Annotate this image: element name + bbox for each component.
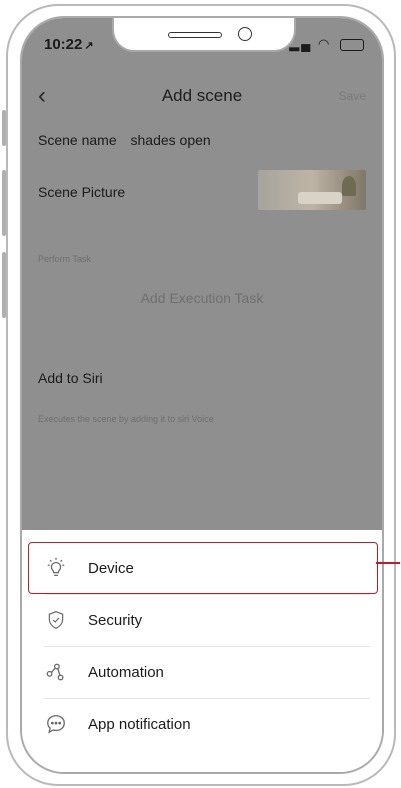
volume-up-button <box>2 170 6 236</box>
shield-check-icon <box>44 608 68 632</box>
add-to-siri-row[interactable]: Add to Siri <box>38 370 366 386</box>
siri-hint: Executes the scene by adding it to siri … <box>38 414 214 424</box>
sofa-shape <box>298 192 342 204</box>
add-to-siri-label: Add to Siri <box>38 370 103 386</box>
automation-nodes-icon <box>44 660 68 684</box>
status-icons: ▂▄ ◠ <box>289 36 364 52</box>
camera-icon <box>238 27 252 41</box>
battery-icon <box>340 38 364 51</box>
status-bar: 10:22 ↗ ▂▄ ◠ <box>22 18 382 74</box>
add-scene-screen: ‹ Add scene Save Scene name shades open … <box>22 74 382 534</box>
divider <box>44 646 370 647</box>
chat-bubble-icon <box>44 712 68 736</box>
scene-name-value: shades open <box>130 132 211 148</box>
sheet-item-security[interactable]: Security <box>44 598 370 642</box>
sheet-item-device[interactable]: Device <box>44 546 370 590</box>
nav-bar: ‹ Add scene Save <box>22 74 382 118</box>
signal-icon: ▂▄ <box>289 36 313 51</box>
speaker-icon <box>168 32 222 38</box>
notch <box>112 18 296 52</box>
divider <box>44 698 370 699</box>
page-title: Add scene <box>161 86 243 105</box>
sheet-item-label: Security <box>88 611 143 629</box>
wifi-icon: ◠ <box>318 36 332 51</box>
scene-picture-label: Scene Picture <box>38 184 126 200</box>
status-time: 10:22 ↗ <box>44 36 94 53</box>
sheet-item-label: Automation <box>88 663 164 681</box>
volume-down-button <box>2 252 6 318</box>
phone-screen: 10:22 ↗ ▂▄ ◠ ‹ Add scene Save Scene name … <box>20 16 384 774</box>
sheet-item-label: App notification <box>88 715 191 733</box>
divider <box>44 594 370 595</box>
scene-name-row[interactable]: Scene name shades open <box>38 132 366 148</box>
sheet-item-label: Device <box>88 559 134 577</box>
scene-name-label: Scene name <box>38 132 117 148</box>
add-execution-task-button[interactable]: Add Execution Task <box>22 290 382 306</box>
mute-switch <box>2 110 6 146</box>
sheet-item-app-notification[interactable]: App notification <box>44 702 370 746</box>
plant-shape <box>342 176 356 196</box>
sheet-item-automation[interactable]: Automation <box>44 650 370 694</box>
action-sheet: Device Security Automation App notificat… <box>22 530 382 772</box>
save-button[interactable]: Save <box>339 89 366 103</box>
scene-picture-thumbnail[interactable] <box>258 170 366 210</box>
lightbulb-icon <box>44 556 68 580</box>
callout-line <box>376 562 400 564</box>
perform-task-label: Perform Task <box>38 254 91 264</box>
